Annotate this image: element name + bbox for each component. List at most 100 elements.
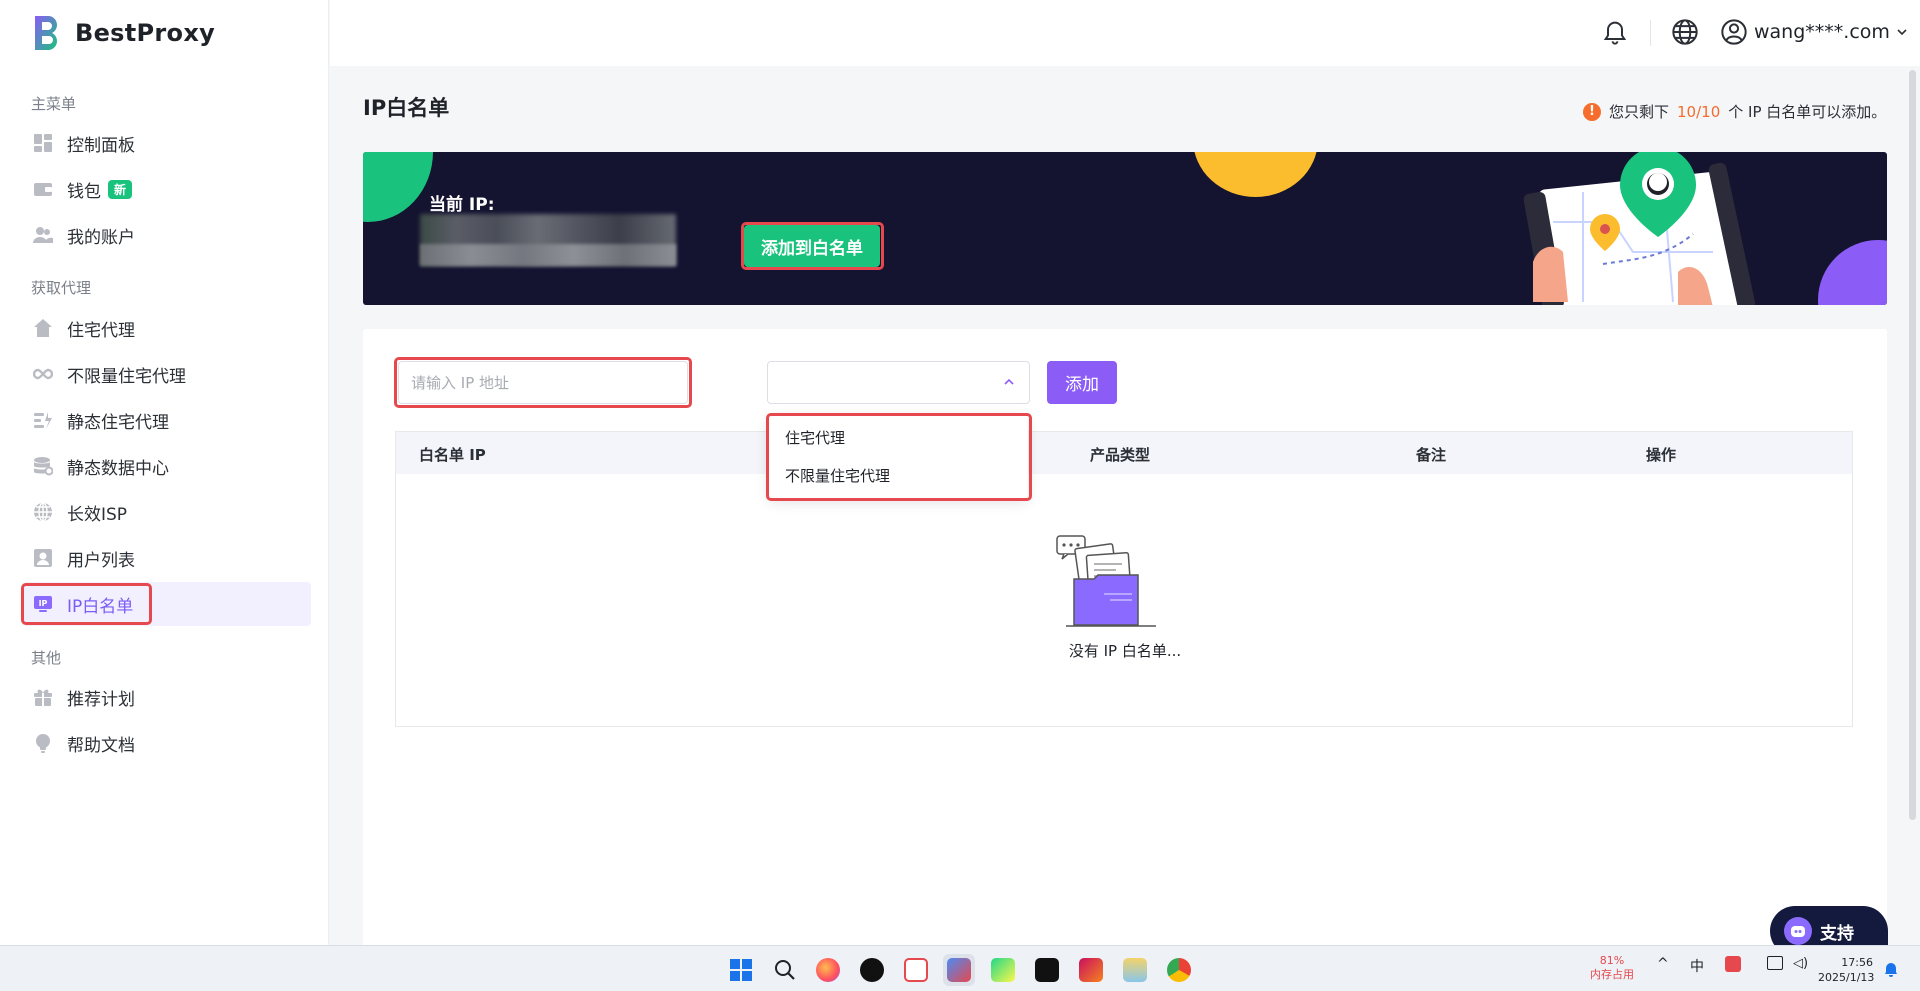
sidebar-item-label: 静态数据中心 xyxy=(67,458,169,479)
product-type-select[interactable] xyxy=(767,361,1030,404)
static-icon xyxy=(32,409,54,431)
sidebar-item-label: 推荐计划 xyxy=(67,689,135,710)
dashboard-icon xyxy=(32,132,54,154)
sidebar-item-label: 帮助文档 xyxy=(67,735,135,756)
table-header: 白名单 IP 产品类型 备注 操作 xyxy=(396,432,1852,474)
warning-icon: ! xyxy=(1583,102,1601,121)
ip-address-input[interactable] xyxy=(398,361,688,404)
sidebar-item-label: 长效ISP xyxy=(67,504,128,525)
notification-bell-icon[interactable] xyxy=(1884,961,1898,977)
sidebar-item-help-docs[interactable]: 帮助文档 xyxy=(22,721,311,765)
sidebar-item-user-list[interactable]: 用户列表 xyxy=(22,536,311,580)
dropdown-option-residential[interactable]: 住宅代理 xyxy=(768,419,1028,457)
sidebar-item-label: 不限量住宅代理 xyxy=(67,366,186,387)
system-clock[interactable]: 17:56 2025/1/13 xyxy=(1818,955,1875,985)
current-ip-label: 当前 IP: xyxy=(429,195,495,215)
memory-percent: 81% xyxy=(1599,954,1625,967)
chrome-icon[interactable] xyxy=(1163,954,1195,986)
section-get-proxy: 获取代理 xyxy=(31,279,92,297)
decor-circle-green xyxy=(363,152,433,222)
app-icon[interactable] xyxy=(1031,954,1063,986)
column-header-actions: 操作 xyxy=(1646,446,1677,464)
user-menu[interactable]: wang****.com xyxy=(1720,18,1908,46)
users-icon xyxy=(32,224,54,246)
empty-state-text: 没有 IP 白名单... xyxy=(1068,642,1182,660)
sidebar-item-wallet[interactable]: 钱包 新 xyxy=(22,167,311,211)
sidebar-item-static-residential[interactable]: 静态住宅代理 xyxy=(22,398,311,442)
decor-circle-purple xyxy=(1818,240,1887,305)
notice-prefix: 您只剩下 xyxy=(1609,103,1670,121)
brand-name: BestProxy xyxy=(75,19,216,47)
os-taskbar: 81% 内存占用 ^ 中 ◁) 17:56 2025/1/13 xyxy=(0,945,1920,991)
start-menu-icon[interactable] xyxy=(725,954,757,986)
mail-app-icon[interactable] xyxy=(943,954,975,986)
new-badge: 新 xyxy=(108,179,133,199)
sidebar-item-label: 控制面板 xyxy=(67,135,135,156)
page-scrollbar[interactable] xyxy=(1909,70,1916,820)
bulb-icon xyxy=(32,732,54,754)
sidebar-item-referral[interactable]: 推荐计划 xyxy=(22,675,311,719)
ime-indicator[interactable]: 中 xyxy=(1690,956,1704,976)
clock-date: 2025/1/13 xyxy=(1818,971,1875,984)
sidebar-item-static-datacenter[interactable]: 静态数据中心 xyxy=(22,444,311,488)
section-main-menu: 主菜单 xyxy=(31,95,77,113)
tray-app-icon[interactable] xyxy=(1725,956,1741,972)
tiktok-icon[interactable] xyxy=(856,954,888,986)
notice-count: 10/10 xyxy=(1677,102,1721,121)
sidebar-item-dashboard[interactable]: 控制面板 xyxy=(22,121,311,165)
gift-icon xyxy=(32,686,54,708)
memory-usage[interactable]: 81% 内存占用 xyxy=(1590,954,1634,982)
wps-office-icon[interactable] xyxy=(900,954,932,986)
dropdown-option-unlimited-residential[interactable]: 不限量住宅代理 xyxy=(768,457,1028,495)
chat-bot-icon xyxy=(1784,917,1812,945)
sidebar: BestProxy 主菜单 控制面板 钱包 新 我的账户 获取代理 住宅代理 不… xyxy=(0,0,329,945)
add-to-whitelist-button[interactable]: 添加到白名单 xyxy=(744,225,880,267)
volume-icon[interactable]: ◁) xyxy=(1793,956,1808,971)
logo[interactable]: BestProxy xyxy=(31,14,215,52)
sidebar-item-label: 钱包 xyxy=(67,181,101,202)
column-header-remark: 备注 xyxy=(1416,446,1447,464)
map-pin-illustration-icon xyxy=(1523,152,1756,305)
notice-suffix: 个 IP 白名单可以添加。 xyxy=(1728,103,1887,121)
whitelist-quota-notice: ! 您只剩下 10/10 个 IP 白名单可以添加。 xyxy=(1583,101,1886,122)
clock-time: 17:56 xyxy=(1841,956,1873,969)
display-icon[interactable] xyxy=(1767,956,1783,970)
product-type-dropdown: 住宅代理 不限量住宅代理 xyxy=(768,414,1028,498)
chevron-down-icon xyxy=(1897,29,1907,36)
archive-app-icon[interactable] xyxy=(1119,954,1151,986)
database-icon xyxy=(32,455,54,477)
infinity-icon xyxy=(32,363,54,385)
current-ip-banner: 当前 IP: 添加到白名单 xyxy=(363,152,1887,305)
pycharm-icon[interactable] xyxy=(987,954,1019,986)
chevron-up-icon xyxy=(1004,378,1014,385)
add-button[interactable]: 添加 xyxy=(1047,361,1117,404)
page-title: IP白名单 xyxy=(363,96,450,120)
header-divider xyxy=(1650,20,1651,46)
search-icon[interactable] xyxy=(769,954,801,986)
whitelist-table: 白名单 IP 产品类型 备注 操作 没有 IP 白名单... xyxy=(395,431,1853,727)
sidebar-item-label: 用户列表 xyxy=(67,550,135,571)
sidebar-item-label: IP白名单 xyxy=(67,596,134,617)
wallet-icon xyxy=(32,178,54,200)
sidebar-item-residential[interactable]: 住宅代理 xyxy=(22,306,311,350)
top-header: wang****.com xyxy=(330,0,1920,66)
whitelist-card: 添加 住宅代理 不限量住宅代理 白名单 IP 产品类型 备注 操作 没有 I xyxy=(363,329,1887,949)
sidebar-item-unlimited-residential[interactable]: 不限量住宅代理 xyxy=(22,352,311,396)
sidebar-item-label: 住宅代理 xyxy=(67,320,135,341)
user-list-icon xyxy=(32,547,54,569)
rider-icon[interactable] xyxy=(1075,954,1107,986)
language-globe-icon[interactable] xyxy=(1670,17,1700,47)
firefox-icon[interactable] xyxy=(812,954,844,986)
user-avatar-icon xyxy=(1721,19,1747,45)
sidebar-item-label: 我的账户 xyxy=(67,227,135,248)
decor-circle-yellow xyxy=(1193,152,1318,197)
ip-icon: IP xyxy=(32,593,54,615)
chevron-up-icon[interactable]: ^ xyxy=(1657,956,1669,972)
memory-label: 内存占用 xyxy=(1590,968,1634,981)
sidebar-item-isp[interactable]: 长效ISP xyxy=(22,490,311,534)
column-header-product-type: 产品类型 xyxy=(1090,446,1151,464)
bell-icon[interactable] xyxy=(1600,17,1630,47)
svg-text:IP: IP xyxy=(39,599,48,608)
sidebar-item-ip-whitelist[interactable]: IP IP白名单 xyxy=(22,582,311,626)
sidebar-item-account[interactable]: 我的账户 xyxy=(22,213,311,257)
